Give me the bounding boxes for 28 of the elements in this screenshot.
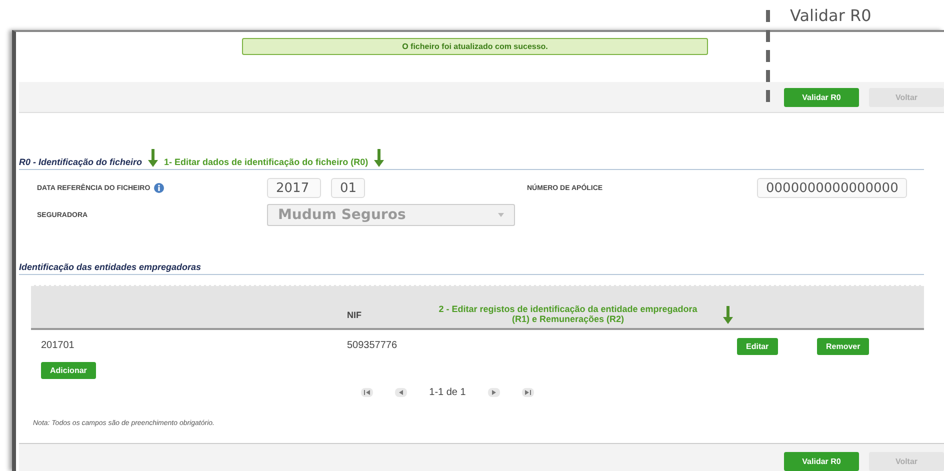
first-page-icon[interactable] — [361, 388, 374, 397]
column-header: NIF — [346, 310, 362, 322]
section-title: R0 - Identificação do ficheiro — [19, 157, 142, 167]
page-indicator: 1-1 de 1 — [429, 387, 466, 398]
year-field[interactable]: 2017 — [267, 178, 321, 198]
table-cell-text: 509357776 — [346, 340, 398, 350]
last-page-icon[interactable] — [522, 388, 534, 397]
policy-number-field[interactable]: 0000000000000000 — [757, 178, 907, 198]
insurer-select[interactable]: Mudum Seguros — [267, 204, 515, 226]
table-cell-text: 201701 — [40, 340, 76, 350]
callout-label: Validar R0 — [790, 6, 872, 25]
arrow-icon — [723, 306, 733, 324]
success-message: O ficheiro foi atualizado com sucesso. — [242, 38, 708, 55]
step-note: 2 - Editar registos de identificação da entidade empregadora (R1) e Remunerações (R2) — [438, 304, 698, 324]
month-field[interactable]: 01 — [331, 178, 365, 198]
remove-button[interactable]: Remover — [817, 338, 870, 354]
section-title: Identificação das entidades empregadoras — [19, 262, 202, 272]
previous-page-icon[interactable] — [395, 388, 408, 397]
add-button[interactable]: Adicionar — [41, 362, 96, 379]
edit-button[interactable]: Editar — [737, 338, 778, 354]
step-note: 1- Editar dados de identificação do ficheiro (R0) — [164, 157, 368, 167]
arrow-icon — [148, 149, 158, 167]
validate-button[interactable]: Validar R0 — [784, 452, 859, 471]
arrow-icon — [374, 149, 384, 167]
validate-button[interactable]: Validar R0 — [784, 88, 859, 106]
next-page-icon[interactable] — [488, 388, 500, 397]
caret-icon — [498, 213, 504, 217]
info-icon[interactable] — [154, 183, 164, 193]
